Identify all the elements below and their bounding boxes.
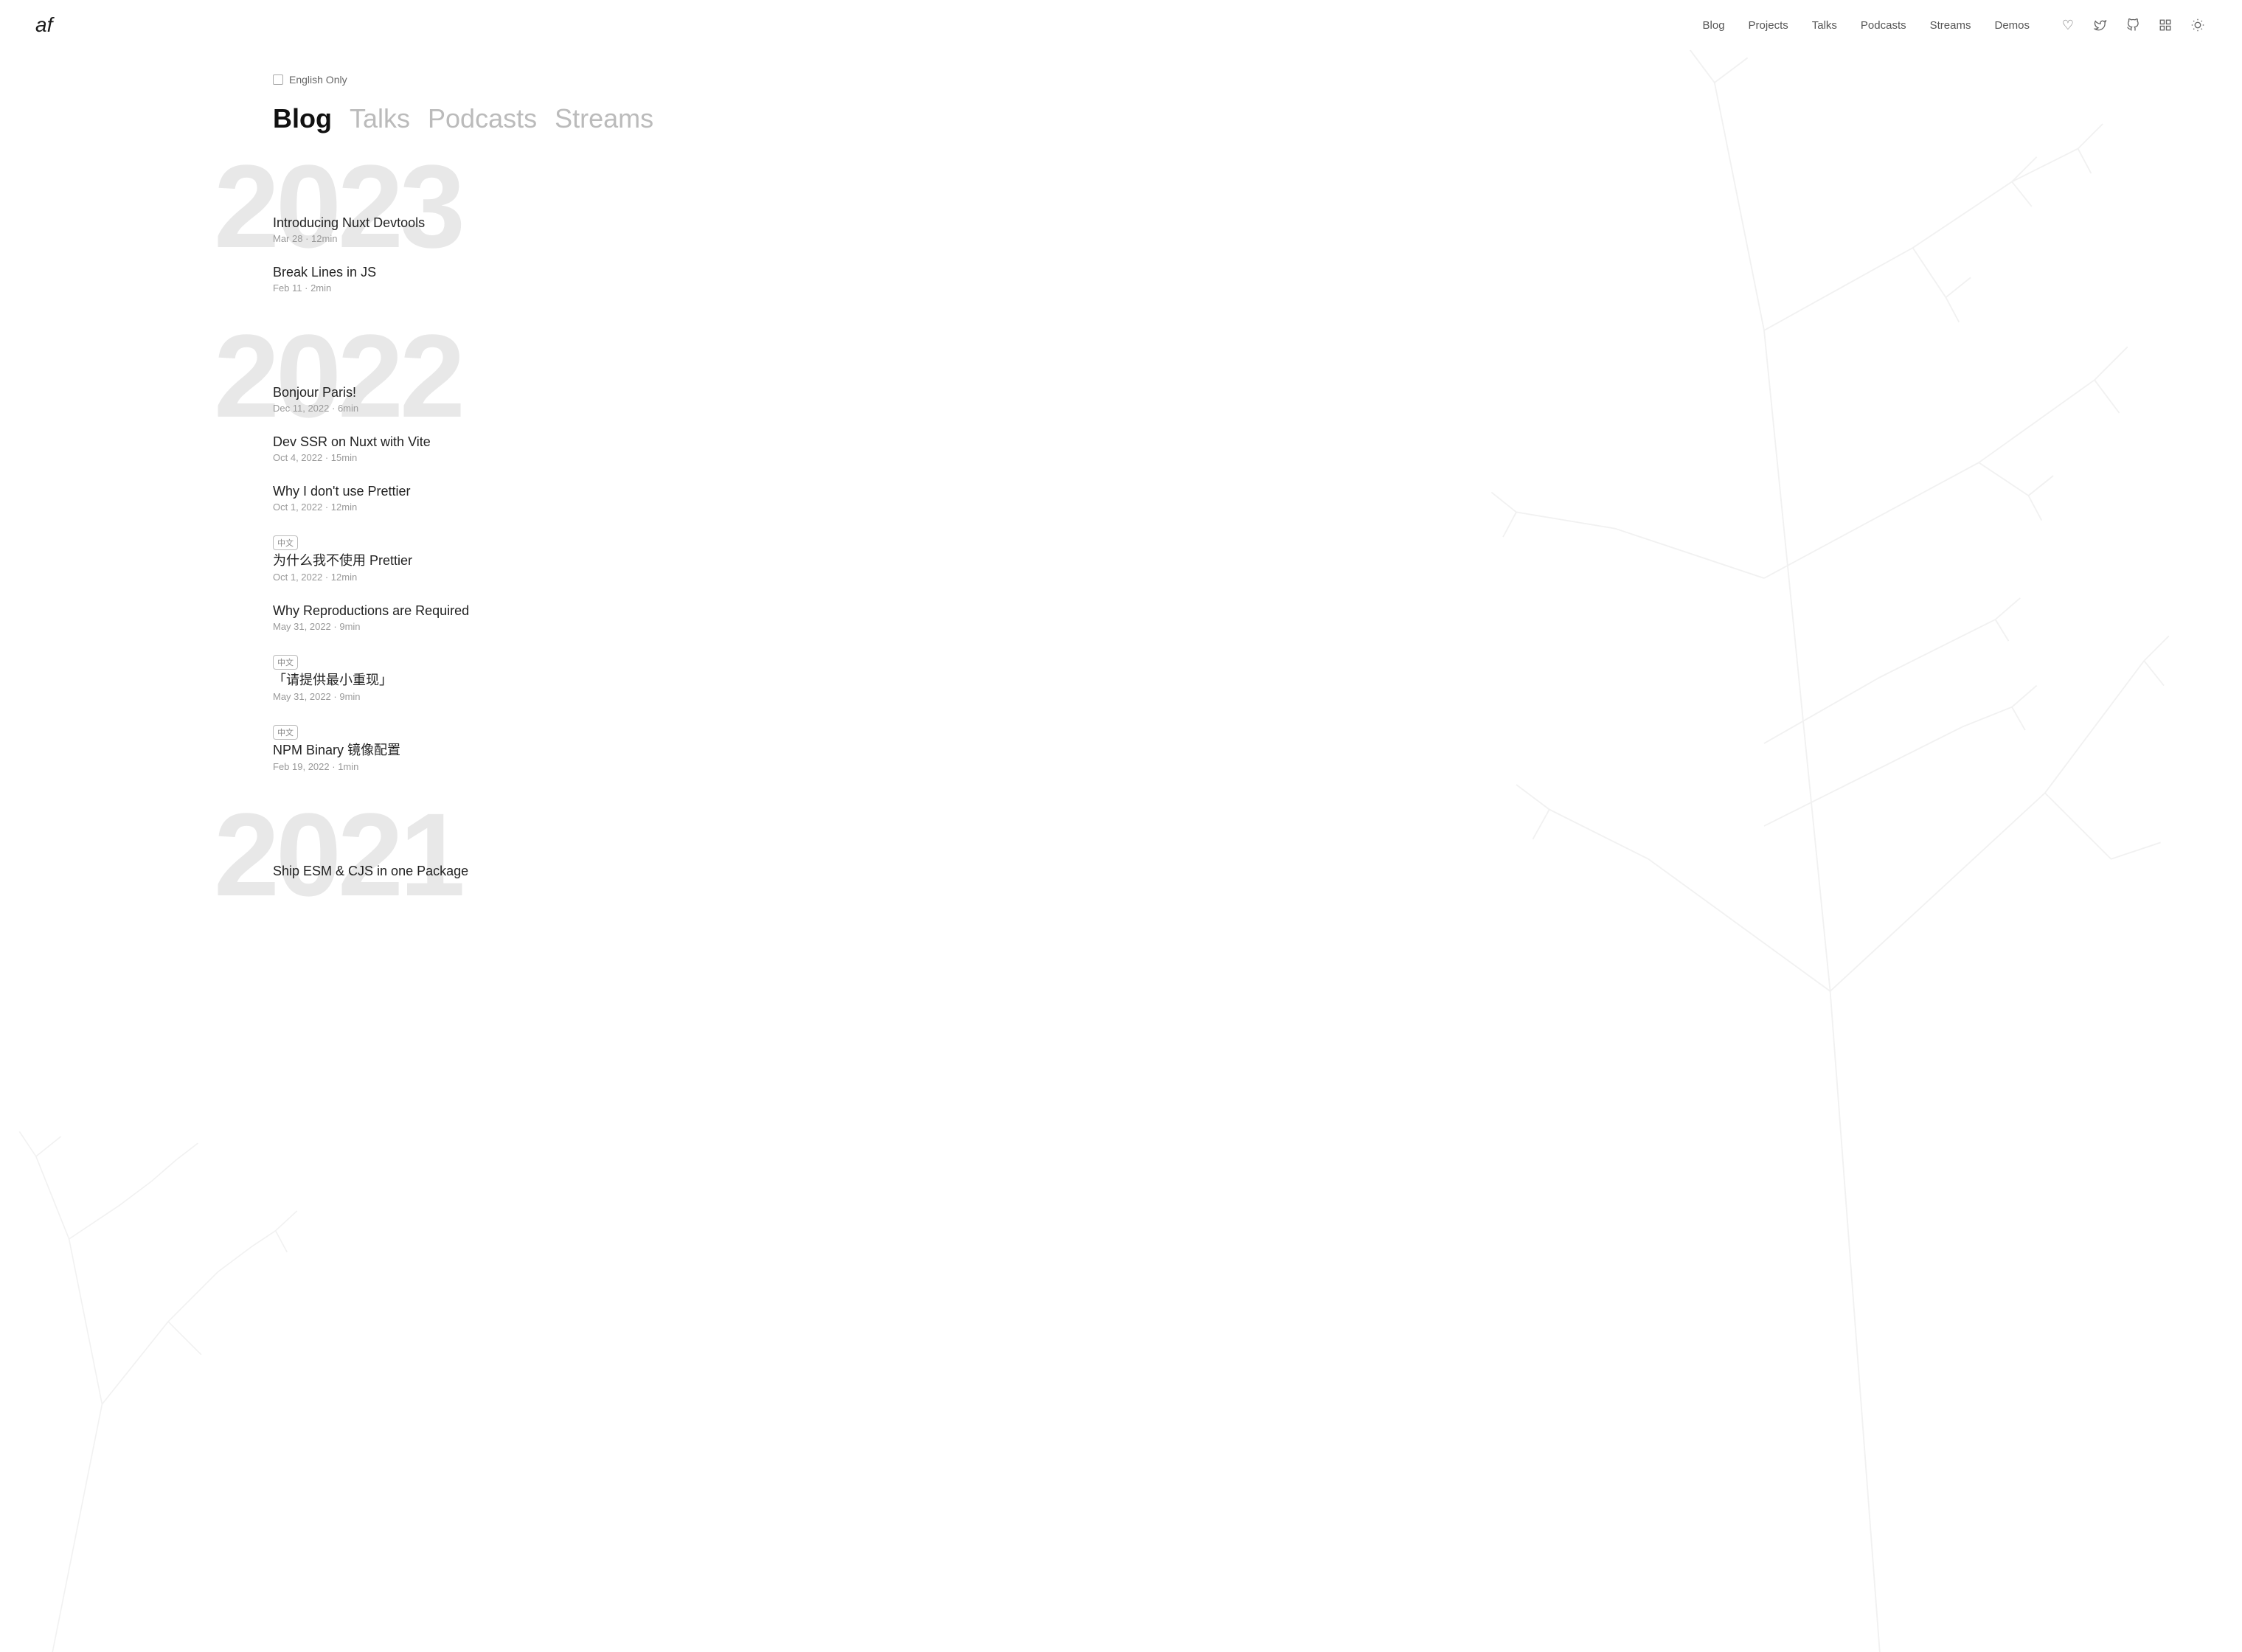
main-nav: Blog Projects Talks Podcasts Streams Dem… [1703,16,2207,34]
post-title: Why I don't use Prettier [273,484,628,499]
post-item[interactable]: Bonjour Paris! Dec 11, 2022 · 6min [273,375,628,424]
filter-row: English Only [273,74,628,86]
post-item[interactable]: 中文 为什么我不使用 Prettier Oct 1, 2022 · 12min [273,523,628,593]
post-meta: May 31, 2022 · 9min [273,691,628,702]
year-section-2022: 2022 Bonjour Paris! Dec 11, 2022 · 6min … [273,339,628,782]
post-item[interactable]: Introducing Nuxt Devtools Mar 28 · 12min [273,205,628,254]
post-meta: Feb 19, 2022 · 1min [273,761,628,772]
post-title: 「请提供最小重现」 [273,670,628,689]
nav-icons: ♡ [2059,16,2207,34]
header: af Blog Projects Talks Podcasts Streams … [0,0,2242,50]
post-meta: Feb 11 · 2min [273,282,628,294]
cn-badge: 中文 [273,725,298,740]
grid-icon[interactable] [2156,16,2174,34]
nav-streams[interactable]: Streams [1930,19,1971,32]
tab-streams[interactable]: Streams [555,103,653,134]
nav-talks[interactable]: Talks [1812,19,1837,32]
heart-icon[interactable]: ♡ [2059,16,2077,34]
cn-badge: 中文 [273,655,298,670]
tab-blog[interactable]: Blog [273,103,332,134]
post-meta: Oct 1, 2022 · 12min [273,572,628,583]
post-title: Bonjour Paris! [273,385,628,400]
post-meta: Dec 11, 2022 · 6min [273,403,628,414]
github-icon[interactable] [2124,16,2142,34]
tab-podcasts[interactable]: Podcasts [428,103,537,134]
post-title: Ship ESM & CJS in one Package [273,864,628,879]
post-title: 为什么我不使用 Prettier [273,550,628,569]
post-title: Why Reproductions are Required [273,603,628,619]
post-content: 为什么我不使用 Prettier Oct 1, 2022 · 12min [273,550,628,583]
main-content: English Only Blog Talks Podcasts Streams… [0,0,664,892]
english-only-checkbox[interactable] [273,74,283,85]
post-title: Introducing Nuxt Devtools [273,215,628,231]
cn-badge: 中文 [273,535,298,550]
posts-2022: Bonjour Paris! Dec 11, 2022 · 6min Dev S… [273,339,628,782]
post-item[interactable]: Ship ESM & CJS in one Package [273,853,628,892]
post-meta: May 31, 2022 · 9min [273,621,628,632]
post-content: NPM Binary 镜像配置 Feb 19, 2022 · 1min [273,740,628,772]
post-item[interactable]: 中文 NPM Binary 镜像配置 Feb 19, 2022 · 1min [273,712,628,782]
logo[interactable]: af [35,15,52,35]
year-section-2021: 2021 Ship ESM & CJS in one Package [273,818,628,892]
post-item[interactable]: Dev SSR on Nuxt with Vite Oct 4, 2022 · … [273,424,628,473]
bg-decoration-right [1121,0,2242,1652]
content-tabs: Blog Talks Podcasts Streams [273,103,628,134]
post-item[interactable]: Why I don't use Prettier Oct 1, 2022 · 1… [273,473,628,523]
tab-talks[interactable]: Talks [350,103,410,134]
posts-2021: Ship ESM & CJS in one Package [273,818,628,892]
nav-blog[interactable]: Blog [1703,19,1725,32]
post-item[interactable]: Why Reproductions are Required May 31, 2… [273,593,628,642]
post-item[interactable]: 中文 「请提供最小重现」 May 31, 2022 · 9min [273,642,628,712]
year-section-2023: 2023 Introducing Nuxt Devtools Mar 28 · … [273,170,628,304]
post-content: 「请提供最小重现」 May 31, 2022 · 9min [273,670,628,702]
nav-projects[interactable]: Projects [1749,19,1788,32]
post-title: Dev SSR on Nuxt with Vite [273,434,628,450]
post-item[interactable]: Break Lines in JS Feb 11 · 2min [273,254,628,304]
nav-podcasts[interactable]: Podcasts [1861,19,1906,32]
post-meta: Oct 4, 2022 · 15min [273,452,628,463]
posts-2023: Introducing Nuxt Devtools Mar 28 · 12min… [273,170,628,304]
bg-decoration-left [0,991,336,1652]
post-meta: Mar 28 · 12min [273,233,628,244]
theme-icon[interactable] [2189,16,2207,34]
english-only-label[interactable]: English Only [289,74,347,86]
nav-demos[interactable]: Demos [1994,19,2030,32]
post-meta: Oct 1, 2022 · 12min [273,502,628,513]
post-title: Break Lines in JS [273,265,628,280]
post-title: NPM Binary 镜像配置 [273,740,628,759]
twitter-icon[interactable] [2092,16,2109,34]
